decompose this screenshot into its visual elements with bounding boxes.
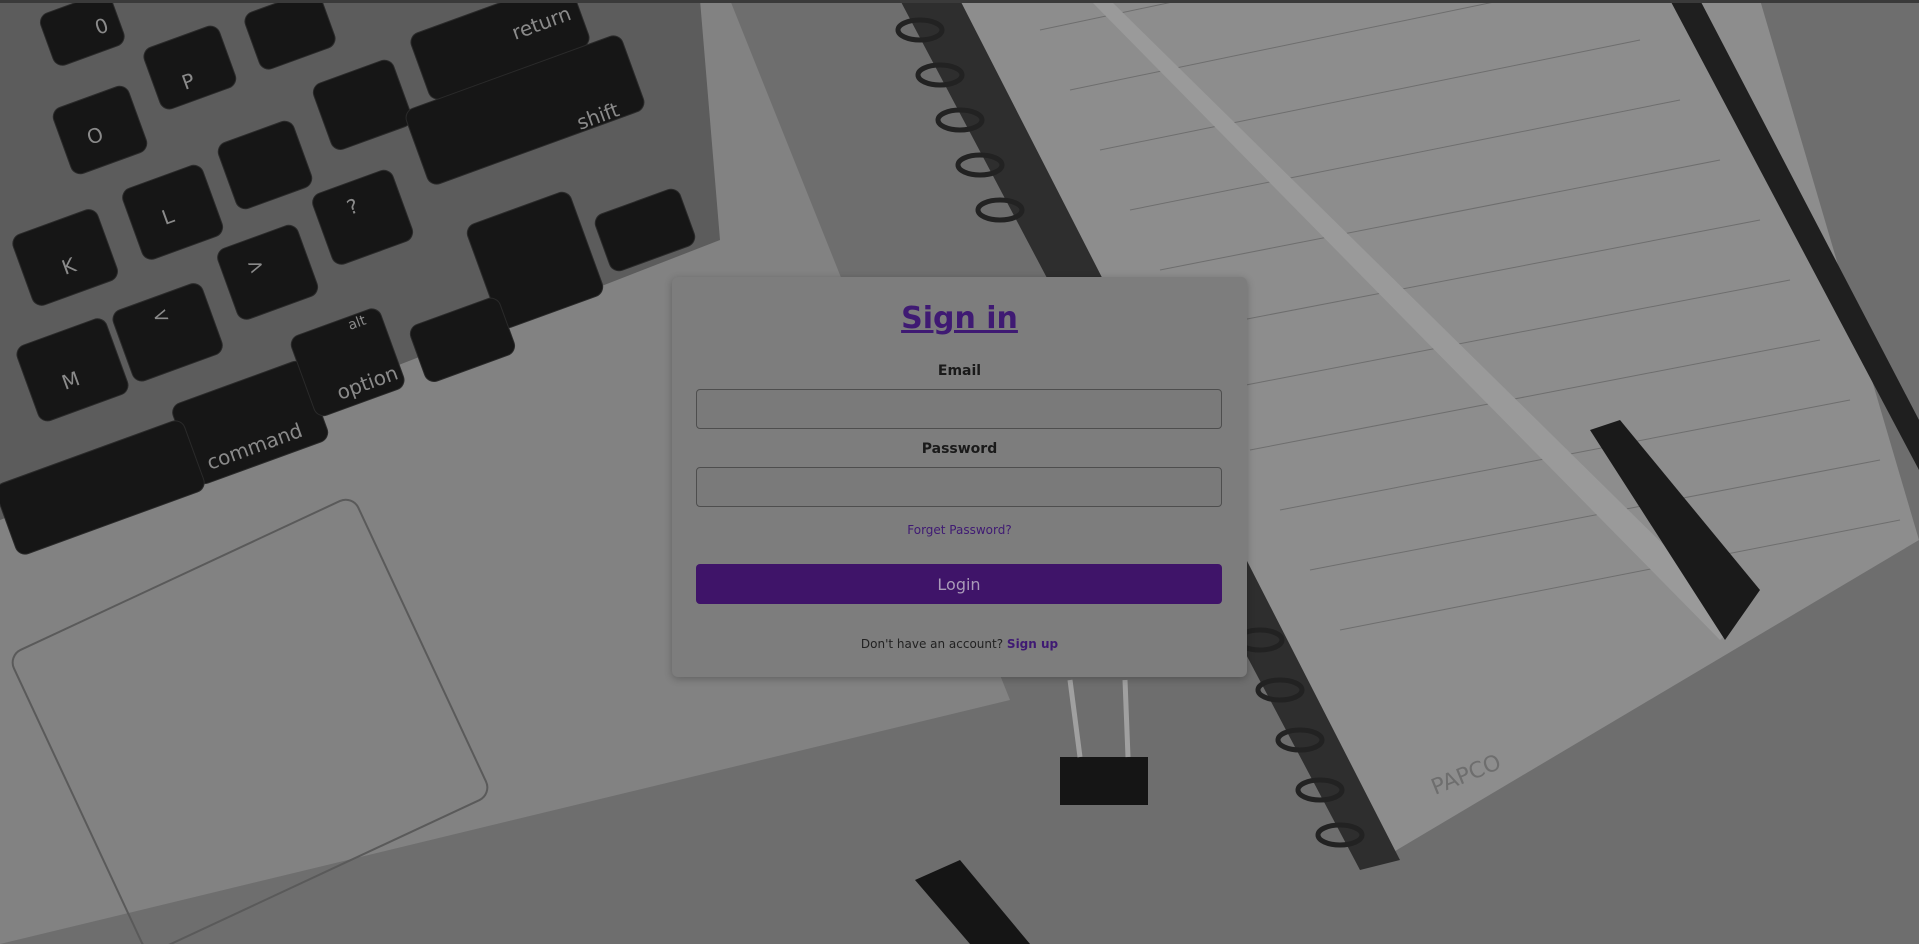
login-button[interactable]: Login bbox=[696, 564, 1222, 604]
login-page: 0 P return O shift L K > < M command alt… bbox=[0, 0, 1919, 944]
signup-prompt: Don't have an account? Sign up bbox=[672, 636, 1247, 652]
email-field[interactable] bbox=[696, 389, 1222, 429]
no-account-text: Don't have an account? bbox=[860, 637, 1004, 651]
signup-link[interactable]: Sign up bbox=[1007, 637, 1058, 651]
password-label: Password bbox=[921, 441, 998, 457]
email-label: Email bbox=[937, 363, 982, 379]
forgot-password-link[interactable]: Forget Password? bbox=[672, 522, 1247, 538]
top-border bbox=[0, 0, 1919, 3]
login-card: Sign in Email Password Forget Password? … bbox=[672, 277, 1247, 677]
password-field[interactable] bbox=[696, 467, 1222, 507]
page-title: Sign in bbox=[901, 301, 1018, 336]
